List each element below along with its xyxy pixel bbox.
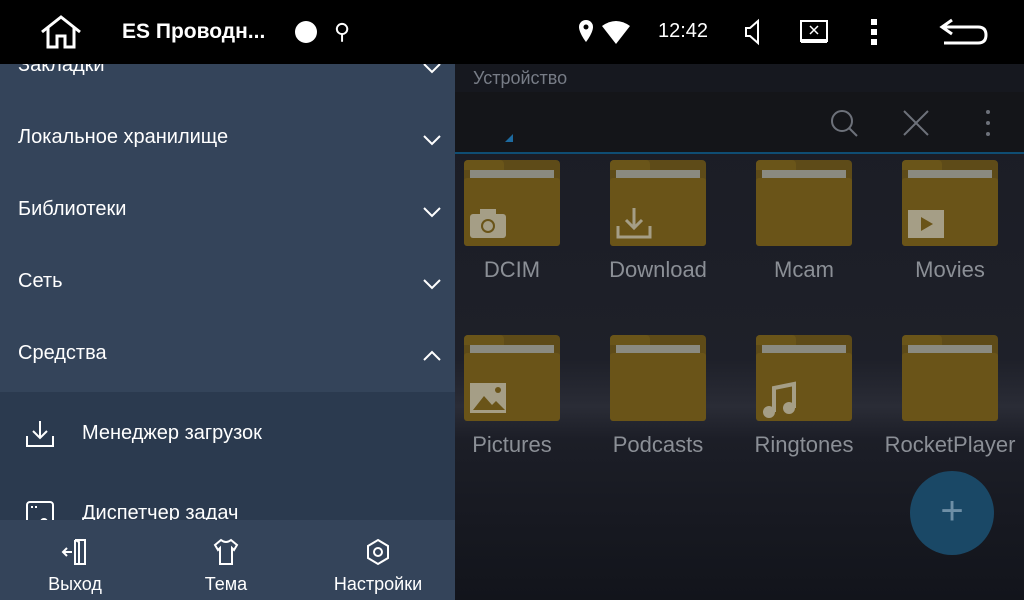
tool-download-manager[interactable]: Менеджер загрузок — [0, 392, 455, 472]
image-icon — [468, 381, 508, 415]
folder-label[interactable]: Movies — [877, 257, 1023, 283]
chevron-up-icon — [423, 350, 441, 361]
drawer-section[interactable]: Библиотеки — [0, 172, 455, 244]
more-vert-icon[interactable] — [858, 16, 890, 48]
back-icon[interactable] — [938, 16, 990, 48]
toolbar — [455, 92, 1024, 154]
drawer-section-label: Закладки — [18, 64, 105, 76]
screen-close-icon[interactable] — [798, 16, 830, 48]
camera-icon — [468, 206, 508, 240]
folder-label[interactable]: Mcam — [731, 257, 877, 283]
shirt-icon — [213, 538, 239, 565]
exit-button[interactable]: Выход — [5, 520, 145, 600]
add-fab-button[interactable]: + — [910, 471, 994, 555]
folder-label[interactable]: Podcasts — [585, 432, 731, 458]
drawer-section-label: Средства — [18, 342, 107, 364]
tab-bar: Устройство — [455, 64, 1024, 92]
drawer-section[interactable]: Локальное хранилище — [0, 100, 455, 172]
folder-dcim[interactable] — [464, 160, 560, 246]
more-vert-icon[interactable] — [971, 106, 1005, 140]
drawer-section[interactable]: Сеть — [0, 244, 455, 316]
wifi-icon — [602, 21, 630, 44]
folder-mcam[interactable] — [756, 160, 852, 246]
exit-icon — [61, 539, 86, 565]
chevron-down-icon — [423, 279, 441, 290]
drawer-section-label: Сеть — [18, 270, 63, 292]
theme-button[interactable]: Тема — [156, 520, 296, 600]
settings-button[interactable]: Настройки — [308, 520, 448, 600]
folder-download[interactable] — [610, 160, 706, 246]
folder-movies[interactable] — [902, 160, 998, 246]
folder-label[interactable]: DCIM — [439, 257, 585, 283]
drawer-section[interactable]: Средства — [0, 316, 455, 388]
folder-podcasts[interactable] — [610, 335, 706, 421]
folder-label[interactable]: Pictures — [439, 432, 585, 458]
folder-rocketplayer[interactable] — [902, 335, 998, 421]
tool-label: Менеджер загрузок — [82, 422, 262, 444]
dropdown-indicator-icon[interactable] — [505, 134, 513, 142]
app-title: ES Проводн... — [122, 20, 266, 43]
folder-label[interactable]: RocketPlayer — [877, 432, 1023, 458]
theme-label: Тема — [204, 574, 248, 594]
status-bar: ES Проводн... ⚲ 12:42 — [0, 0, 1024, 64]
download-icon — [614, 206, 654, 240]
volume-icon[interactable] — [738, 16, 770, 48]
folder-label[interactable]: Ringtones — [731, 432, 877, 458]
clock: 12:42 — [658, 20, 709, 42]
tab-device[interactable]: Устройство — [473, 68, 567, 89]
play-icon — [906, 206, 946, 240]
file-browser: Устройство DCIM Download Mcam Movies Picture… — [455, 64, 1024, 600]
drawer-section-label: Локальное хранилище — [18, 126, 229, 148]
home-icon[interactable] — [38, 14, 84, 50]
folder-pictures[interactable] — [464, 335, 560, 421]
search-icon[interactable] — [827, 106, 861, 140]
close-icon[interactable] — [899, 106, 933, 140]
drawer-bottom-bar: Выход Тема Настройки — [0, 520, 455, 600]
navigation-drawer: Закладки Локальное хранилище Библиотеки … — [0, 64, 455, 600]
drawer-section[interactable]: Закладки — [0, 64, 455, 100]
music-icon — [760, 381, 800, 418]
circle-icon — [295, 21, 317, 43]
chevron-down-icon — [423, 135, 441, 146]
drawer-section-label: Библиотеки — [18, 198, 127, 220]
folder-label[interactable]: Download — [585, 257, 731, 283]
chevron-down-icon — [423, 207, 441, 218]
download-icon — [26, 421, 54, 447]
chevron-down-icon — [423, 64, 441, 74]
usb-icon: ⚲ — [333, 19, 351, 44]
folder-ringtones[interactable] — [756, 335, 852, 421]
settings-icon — [367, 538, 389, 566]
location-icon — [579, 20, 593, 42]
settings-label: Настройки — [333, 574, 423, 594]
exit-label: Выход — [48, 574, 102, 594]
